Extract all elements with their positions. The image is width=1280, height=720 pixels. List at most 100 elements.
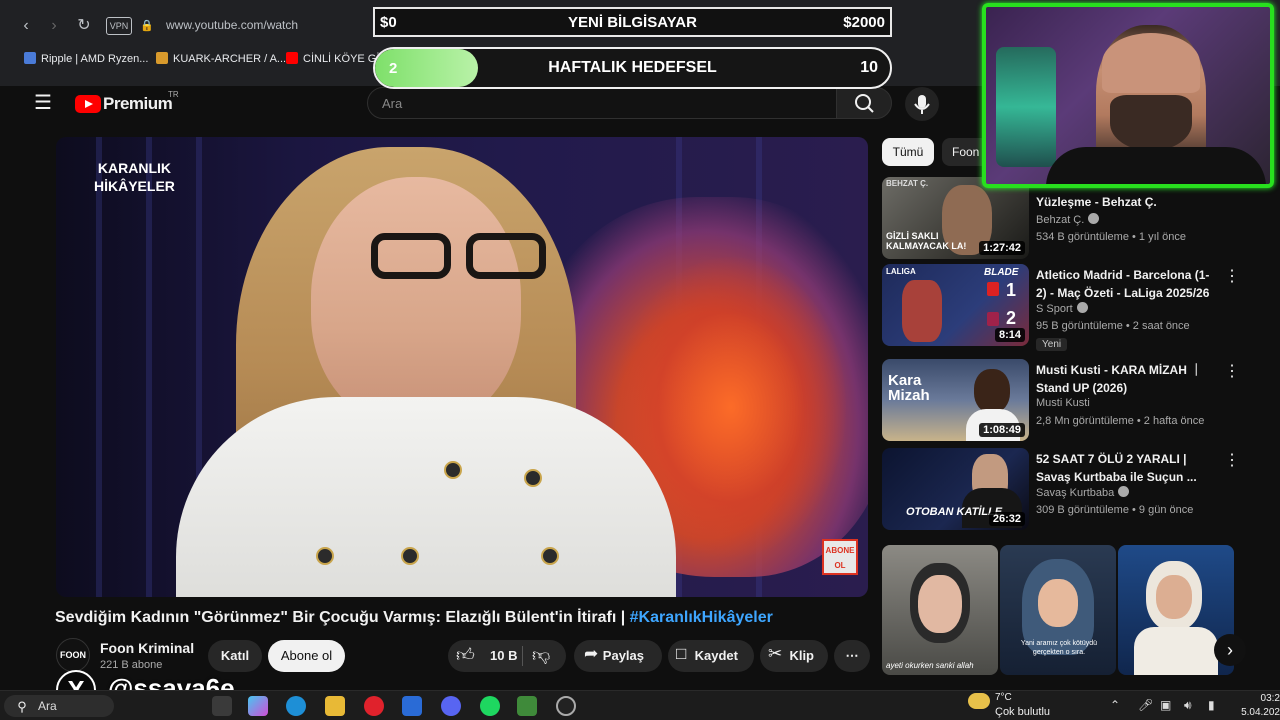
network-icon[interactable]: ▣ bbox=[1160, 698, 1171, 712]
neon-shelf-decor bbox=[996, 47, 1056, 167]
duration-badge: 1:08:49 bbox=[979, 423, 1025, 437]
weather-icon[interactable] bbox=[968, 693, 990, 709]
search-button[interactable] bbox=[836, 87, 892, 119]
edge-icon[interactable] bbox=[286, 696, 306, 716]
video-thumbnail[interactable]: BEHZAT Ç. GİZLİ SAKLI KALMAYACAK LA! 1:2… bbox=[882, 177, 1029, 259]
opera-icon[interactable] bbox=[364, 696, 384, 716]
address-bar[interactable]: www.youtube.com/watch bbox=[166, 18, 298, 32]
goal-bar: YENİ BİLGİSAYAR $0 $2000 bbox=[373, 7, 892, 37]
video-thumbnail[interactable]: OTOBAN KATİLLE 26:32 bbox=[882, 448, 1029, 530]
glasses-icon bbox=[371, 233, 451, 279]
task-view-icon[interactable] bbox=[212, 696, 232, 716]
recommendation-item[interactable]: LALIGA BLADE 1 2 8:14 Atletico Madrid - … bbox=[882, 264, 1242, 351]
microphone-icon[interactable]: 🎤︎ bbox=[1138, 698, 1153, 712]
search-icon bbox=[855, 94, 874, 113]
recommendation-title[interactable]: 52 SAAT 7 ÖLÜ 2 YARALI | Savaş Kurtbaba … bbox=[1036, 450, 1216, 486]
temperature: 7°C bbox=[995, 692, 1012, 703]
reload-icon[interactable]: ↻ bbox=[74, 16, 94, 36]
thumbs-up-icon: 👍︎ bbox=[456, 645, 475, 665]
obs-icon[interactable] bbox=[556, 696, 576, 716]
more-actions-button[interactable]: ⋯ bbox=[834, 640, 870, 672]
copilot-icon[interactable] bbox=[248, 696, 268, 716]
search-icon: ⚲ bbox=[17, 699, 27, 714]
mail-icon[interactable] bbox=[402, 696, 422, 716]
recommendation-meta: 2,8 Mn görüntüleme • 2 hafta önce bbox=[1036, 415, 1205, 427]
weekly-goal-target: 10 bbox=[860, 59, 878, 76]
channel-name[interactable]: Foon Kriminal bbox=[100, 640, 194, 656]
forward-icon[interactable]: › bbox=[44, 16, 64, 36]
recommendation-channel: S Sport bbox=[1036, 302, 1088, 315]
bookmark-item[interactable]: Ripple | AMD Ryzen... bbox=[24, 52, 148, 65]
atletico-crest-icon bbox=[987, 282, 999, 296]
duration-badge: 1:27:42 bbox=[979, 241, 1025, 255]
chevron-up-icon[interactable]: ⌃ bbox=[1110, 698, 1120, 712]
more-options-icon[interactable]: ⋮ bbox=[1224, 361, 1240, 381]
lock-icon[interactable]: 🔒 bbox=[137, 16, 157, 36]
like-count: 10 B bbox=[490, 648, 518, 663]
recommendation-channel: Savaş Kurtbaba bbox=[1036, 486, 1130, 499]
goal-target: $2000 bbox=[843, 14, 885, 31]
recommendation-title[interactable]: Atletico Madrid - Barcelona (1-2) - Maç … bbox=[1036, 266, 1216, 302]
subscribe-button[interactable]: Abone ol bbox=[268, 640, 345, 672]
bookmark-item[interactable]: KUARK-ARCHER / A... bbox=[156, 52, 286, 65]
system-clock[interactable]: 03:2 5.04.202 bbox=[1240, 692, 1280, 720]
recommendation-item[interactable]: BEHZAT Ç. GİZLİ SAKLI KALMAYACAK LA! 1:2… bbox=[882, 177, 1242, 261]
goal-title: YENİ BİLGİSAYAR bbox=[568, 14, 697, 31]
speaker-jacket bbox=[176, 397, 676, 597]
recommendation-item[interactable]: OTOBAN KATİLLE 26:32 52 SAAT 7 ÖLÜ 2 YAR… bbox=[882, 448, 1242, 532]
like-divider bbox=[522, 646, 523, 666]
video-thumbnail[interactable]: LALIGA BLADE 1 2 8:14 bbox=[882, 264, 1029, 346]
youtube-play-icon bbox=[75, 95, 101, 113]
spotify-icon[interactable] bbox=[480, 696, 500, 716]
barcelona-crest-icon bbox=[987, 312, 999, 326]
bookmark-favicon-icon bbox=[24, 52, 36, 64]
next-shorts-button[interactable]: › bbox=[1214, 634, 1246, 666]
duration-badge: 8:14 bbox=[994, 328, 1025, 342]
video-player[interactable]: KARANLIK HİKÂYELER ABONE OL bbox=[56, 137, 868, 597]
chip-all[interactable]: Tümü bbox=[882, 138, 934, 166]
more-options-icon[interactable]: ⋮ bbox=[1224, 266, 1240, 286]
voice-search-button[interactable] bbox=[905, 87, 939, 121]
vpn-badge[interactable]: VPN bbox=[106, 17, 132, 35]
menu-icon[interactable]: ☰ bbox=[33, 93, 53, 113]
bookmark-item[interactable]: CİNLİ KÖYE GİR bbox=[286, 52, 387, 65]
bookmark-favicon-icon bbox=[156, 52, 168, 64]
search-input[interactable]: Ara bbox=[367, 87, 837, 119]
recommendation-title[interactable]: Yüzleşme - Behzat Ç. bbox=[1036, 193, 1216, 211]
webcam-overlay bbox=[982, 3, 1274, 188]
share-icon: ➦ bbox=[584, 644, 599, 663]
file-explorer-icon[interactable] bbox=[325, 696, 345, 716]
recommendation-meta: 309 B görüntüleme • 9 gün önce bbox=[1036, 504, 1194, 516]
video-thumbnail[interactable]: Kara Mizah 1:08:49 bbox=[882, 359, 1029, 441]
subscribe-watermark-badge[interactable]: ABONE OL bbox=[822, 539, 858, 575]
new-badge: Yeni bbox=[1036, 338, 1068, 351]
discord-icon[interactable] bbox=[441, 696, 461, 716]
microphone-icon bbox=[914, 95, 930, 114]
channel-watermark: KARANLIK HİKÂYELER bbox=[94, 160, 175, 194]
weekly-goal-title: HAFTALIK HEDEFSEL bbox=[548, 59, 717, 76]
verified-icon bbox=[1088, 213, 1100, 224]
youtube-favicon-icon bbox=[286, 52, 298, 64]
hashtag-link[interactable]: #KaranlıkHikâyeler bbox=[630, 609, 773, 626]
recommendation-channel: Behzat Ç. bbox=[1036, 213, 1100, 226]
back-icon[interactable]: ‹ bbox=[16, 16, 36, 36]
volume-icon[interactable]: 🔊︎ bbox=[1184, 698, 1192, 713]
join-button[interactable]: Katıl bbox=[208, 640, 262, 672]
subscriber-count: 221 B abone bbox=[100, 659, 163, 671]
thumbs-down-icon[interactable]: 👎︎ bbox=[532, 644, 550, 666]
verified-icon bbox=[1076, 302, 1088, 313]
weekly-goal-bar: 2 HAFTALIK HEDEFSEL 10 bbox=[373, 47, 892, 89]
youtube-logo[interactable]: Premium TR bbox=[75, 90, 179, 114]
windows-taskbar: Ara bbox=[0, 690, 1280, 720]
channel-avatar[interactable]: FOON bbox=[56, 638, 90, 672]
battery-icon[interactable]: ▮ bbox=[1208, 698, 1215, 712]
goal-start: $0 bbox=[380, 14, 397, 31]
more-options-icon[interactable]: ⋮ bbox=[1224, 450, 1240, 470]
recommendation-meta: 534 B görüntüleme • 1 yıl önce bbox=[1036, 231, 1186, 243]
nvidia-icon[interactable] bbox=[517, 696, 537, 716]
recommendation-item[interactable]: Kara Mizah 1:08:49 Musti Kusti - KARA Mİ… bbox=[882, 359, 1242, 443]
weather-condition: Çok bulutlu bbox=[995, 706, 1051, 718]
short-thumbnail[interactable]: Yani aramız çok kötüydü gerçekten o sıra… bbox=[1000, 545, 1116, 675]
recommendation-title[interactable]: Musti Kusti - KARA MİZAH ｜ Stand UP (202… bbox=[1036, 361, 1216, 397]
short-thumbnail[interactable]: ayeti okurken sanki allah bbox=[882, 545, 998, 675]
